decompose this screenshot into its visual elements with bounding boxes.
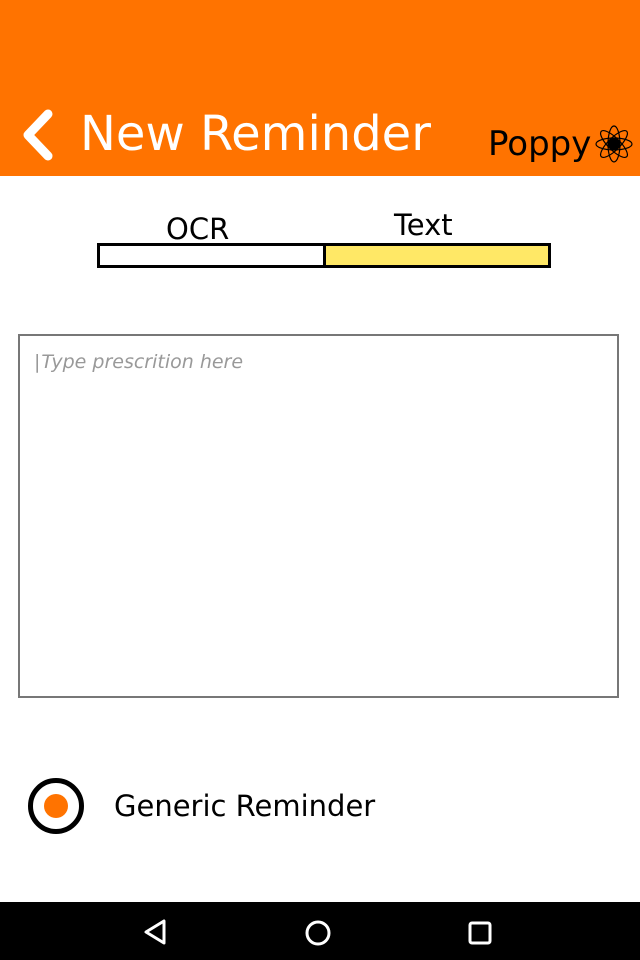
page-title: New Reminder (80, 106, 431, 162)
brand-name: Poppy (488, 124, 592, 164)
generic-reminder-option[interactable]: Generic Reminder (28, 776, 375, 836)
generic-reminder-radio[interactable] (28, 778, 84, 834)
placeholder-text: Type prescrition here (41, 351, 244, 373)
nav-back-icon (144, 919, 166, 945)
text-option-label: Text (394, 208, 453, 242)
chevron-left-icon (23, 109, 53, 161)
text-mode-toggle[interactable] (325, 246, 548, 265)
system-nav-bar (0, 902, 640, 960)
flower-logo-icon (595, 125, 633, 163)
nav-home-button[interactable] (298, 911, 338, 951)
app-bar: New Reminder Poppy (0, 0, 640, 176)
prescription-placeholder: |Type prescrition here (34, 351, 243, 373)
radio-selected-dot (44, 794, 68, 818)
text-caret: | (34, 351, 41, 373)
prescription-input[interactable]: |Type prescrition here (18, 334, 619, 698)
back-button[interactable] (18, 108, 60, 162)
nav-home-icon (305, 920, 331, 946)
nav-recents-button[interactable] (460, 911, 500, 951)
mode-toggle (97, 243, 551, 268)
nav-recents-icon (468, 921, 492, 945)
brand: Poppy (488, 120, 635, 168)
nav-back-button[interactable] (136, 911, 176, 951)
ocr-mode-toggle[interactable] (100, 246, 326, 265)
ocr-option-label: OCR (166, 212, 230, 246)
generic-reminder-label: Generic Reminder (114, 789, 376, 823)
